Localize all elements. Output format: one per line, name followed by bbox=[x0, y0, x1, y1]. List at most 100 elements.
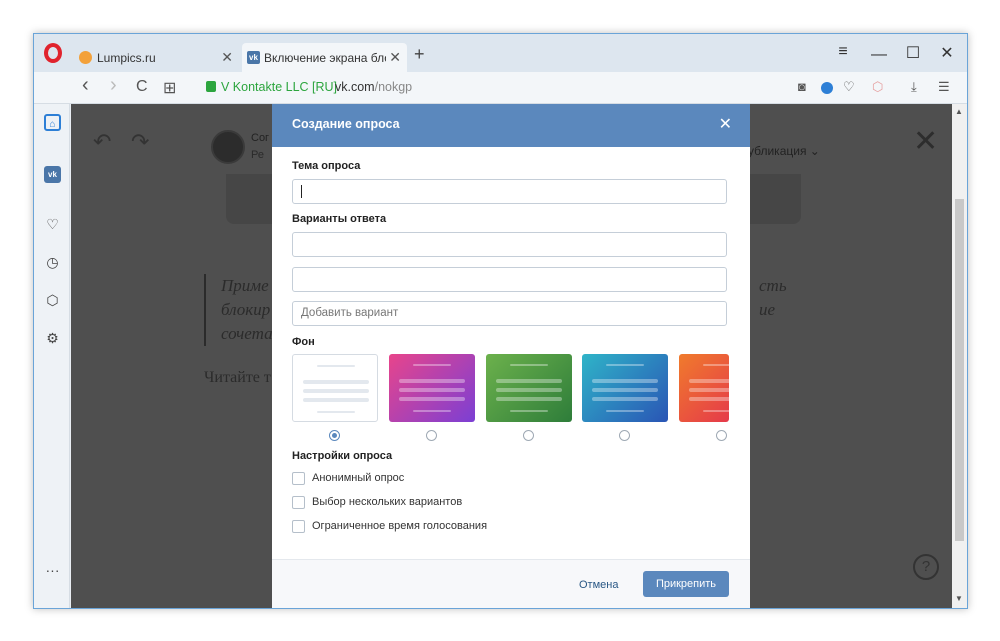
back-button[interactable]: ‹ bbox=[82, 74, 89, 97]
title-bar: Lumpics.ru ✕ vk Включение экрана блокир … bbox=[34, 34, 967, 72]
attach-button[interactable]: Прикрепить bbox=[643, 571, 729, 597]
background-option-white[interactable] bbox=[292, 354, 378, 422]
preview-line bbox=[496, 379, 562, 383]
site-owner-badge[interactable]: V Kontakte LLC [RU] bbox=[221, 80, 337, 94]
dialog-footer: Отмена Прикрепить bbox=[272, 559, 750, 608]
vk-favicon-icon: vk bbox=[247, 51, 260, 64]
lock-icon bbox=[206, 81, 216, 92]
background-option-orange-red[interactable] bbox=[679, 354, 729, 422]
tab-lumpics[interactable]: Lumpics.ru ✕ bbox=[74, 43, 239, 72]
preview-line bbox=[317, 411, 355, 413]
background-radio-green[interactable] bbox=[523, 430, 534, 441]
scroll-thumb[interactable] bbox=[955, 199, 964, 541]
page-content: ↶ ↷ Сог Ре убликация ⌄ ✕ Приме блокир со… bbox=[71, 104, 952, 608]
limited-time-checkbox[interactable] bbox=[292, 520, 305, 533]
quote-bar bbox=[204, 274, 206, 346]
url-host: vk.com bbox=[335, 80, 375, 94]
background-label: Фон bbox=[292, 336, 315, 348]
clock-icon[interactable]: ◷ bbox=[44, 254, 61, 271]
answer-input-1[interactable] bbox=[292, 232, 727, 257]
quote-line: блокир bbox=[221, 300, 271, 319]
preview-line bbox=[510, 364, 548, 366]
preview-line bbox=[317, 365, 355, 367]
scroll-up-icon[interactable]: ▲ bbox=[955, 107, 963, 116]
preview-line bbox=[399, 379, 465, 383]
tab-close-icon[interactable]: ✕ bbox=[221, 49, 233, 66]
preview-line bbox=[689, 388, 729, 392]
new-tab-button[interactable]: + bbox=[414, 44, 425, 65]
scrollbar[interactable]: ▲ ▼ bbox=[952, 104, 967, 608]
heart-icon[interactable]: ♡ bbox=[44, 216, 61, 233]
browser-window: Lumpics.ru ✕ vk Включение экрана блокир … bbox=[33, 33, 968, 609]
close-icon[interactable]: ✕ bbox=[719, 114, 732, 134]
cube-icon[interactable]: ⬡ bbox=[872, 79, 883, 95]
anonymous-checkbox[interactable] bbox=[292, 472, 305, 485]
poll-dialog: Создание опроса ✕ Тема опроса Варианты о… bbox=[272, 104, 750, 608]
close-window-button[interactable]: ✕ bbox=[938, 43, 956, 63]
preview-line bbox=[703, 364, 729, 366]
quote-line-end: ие bbox=[759, 300, 776, 319]
preview-line bbox=[592, 379, 658, 383]
avatar bbox=[211, 130, 245, 164]
reload-button[interactable]: C bbox=[136, 78, 148, 96]
settings-label: Настройки опроса bbox=[292, 450, 393, 462]
tab-menu-icon[interactable]: ≡ bbox=[834, 43, 852, 61]
anonymous-label[interactable]: Анонимный опрос bbox=[312, 472, 404, 484]
gear-icon[interactable]: ⚙ bbox=[44, 330, 61, 347]
preview-line bbox=[413, 410, 451, 412]
vk-icon[interactable]: vk bbox=[44, 166, 61, 183]
quote-line-end: сть bbox=[759, 276, 787, 295]
shield-icon[interactable] bbox=[821, 82, 833, 94]
multiple-choice-label[interactable]: Выбор нескольких вариантов bbox=[312, 496, 462, 508]
url-field[interactable]: vk.com/nokgp bbox=[335, 80, 412, 94]
quote-line: сочета bbox=[221, 324, 273, 343]
preview-line bbox=[606, 410, 644, 412]
preview-line bbox=[606, 364, 644, 366]
maximize-button[interactable]: ☐ bbox=[904, 43, 922, 63]
dialog-header: Создание опроса ✕ bbox=[272, 104, 750, 147]
forward-button[interactable]: › bbox=[110, 74, 117, 97]
undo-icon: ↶ bbox=[93, 129, 112, 154]
background-radio-orange-red[interactable] bbox=[716, 430, 727, 441]
preview-line bbox=[399, 388, 465, 392]
multiple-choice-checkbox[interactable] bbox=[292, 496, 305, 509]
cancel-button[interactable]: Отмена bbox=[579, 579, 618, 591]
background-option-pink-purple[interactable] bbox=[389, 354, 475, 422]
tabs-grid-button[interactable]: ⊞ bbox=[163, 78, 176, 98]
background-option-blue[interactable] bbox=[582, 354, 668, 422]
limited-time-label[interactable]: Ограниченное время голосования bbox=[312, 520, 487, 532]
minimize-button[interactable]: — bbox=[870, 46, 888, 64]
background-radio-blue[interactable] bbox=[619, 430, 630, 441]
home-icon[interactable]: ⌂ bbox=[44, 114, 61, 131]
answer-input-2[interactable] bbox=[292, 267, 727, 292]
tab-close-icon[interactable]: ✕ bbox=[389, 49, 401, 66]
preview-line bbox=[399, 397, 465, 401]
address-bar: ‹ › C ⊞ V Kontakte LLC [RU] vk.com/nokgp… bbox=[34, 72, 967, 104]
preview-line bbox=[413, 364, 451, 366]
quote-line: Приме bbox=[221, 276, 269, 295]
preview-line bbox=[496, 397, 562, 401]
topic-input[interactable] bbox=[292, 179, 727, 204]
background-option-green[interactable] bbox=[486, 354, 572, 422]
tab-vk[interactable]: vk Включение экрана блокир ✕ bbox=[242, 43, 407, 72]
opera-logo-icon[interactable] bbox=[44, 43, 62, 63]
url-path: /nokgp bbox=[374, 80, 413, 94]
camera-icon[interactable]: ◙ bbox=[798, 79, 806, 94]
settings-icon[interactable]: ☰ bbox=[938, 79, 950, 95]
author-subtitle: Ре bbox=[251, 149, 264, 161]
scroll-down-icon[interactable]: ▼ bbox=[955, 594, 963, 603]
background-radio-pink-purple[interactable] bbox=[426, 430, 437, 441]
add-option-input[interactable]: Добавить вариант bbox=[292, 301, 727, 326]
preview-line bbox=[689, 397, 729, 401]
cube-icon[interactable]: ⬡ bbox=[44, 292, 61, 309]
download-icon[interactable]: ⤓ bbox=[911, 79, 917, 95]
author-name: Сог bbox=[251, 132, 270, 144]
preview-line bbox=[303, 380, 369, 384]
heart-icon[interactable]: ♡ bbox=[843, 79, 855, 95]
preview-line bbox=[510, 410, 548, 412]
background-radio-white[interactable] bbox=[329, 430, 340, 441]
more-icon[interactable]: ··· bbox=[44, 562, 61, 579]
preview-line bbox=[592, 397, 658, 401]
preview-line bbox=[592, 388, 658, 392]
preview-line bbox=[303, 389, 369, 393]
